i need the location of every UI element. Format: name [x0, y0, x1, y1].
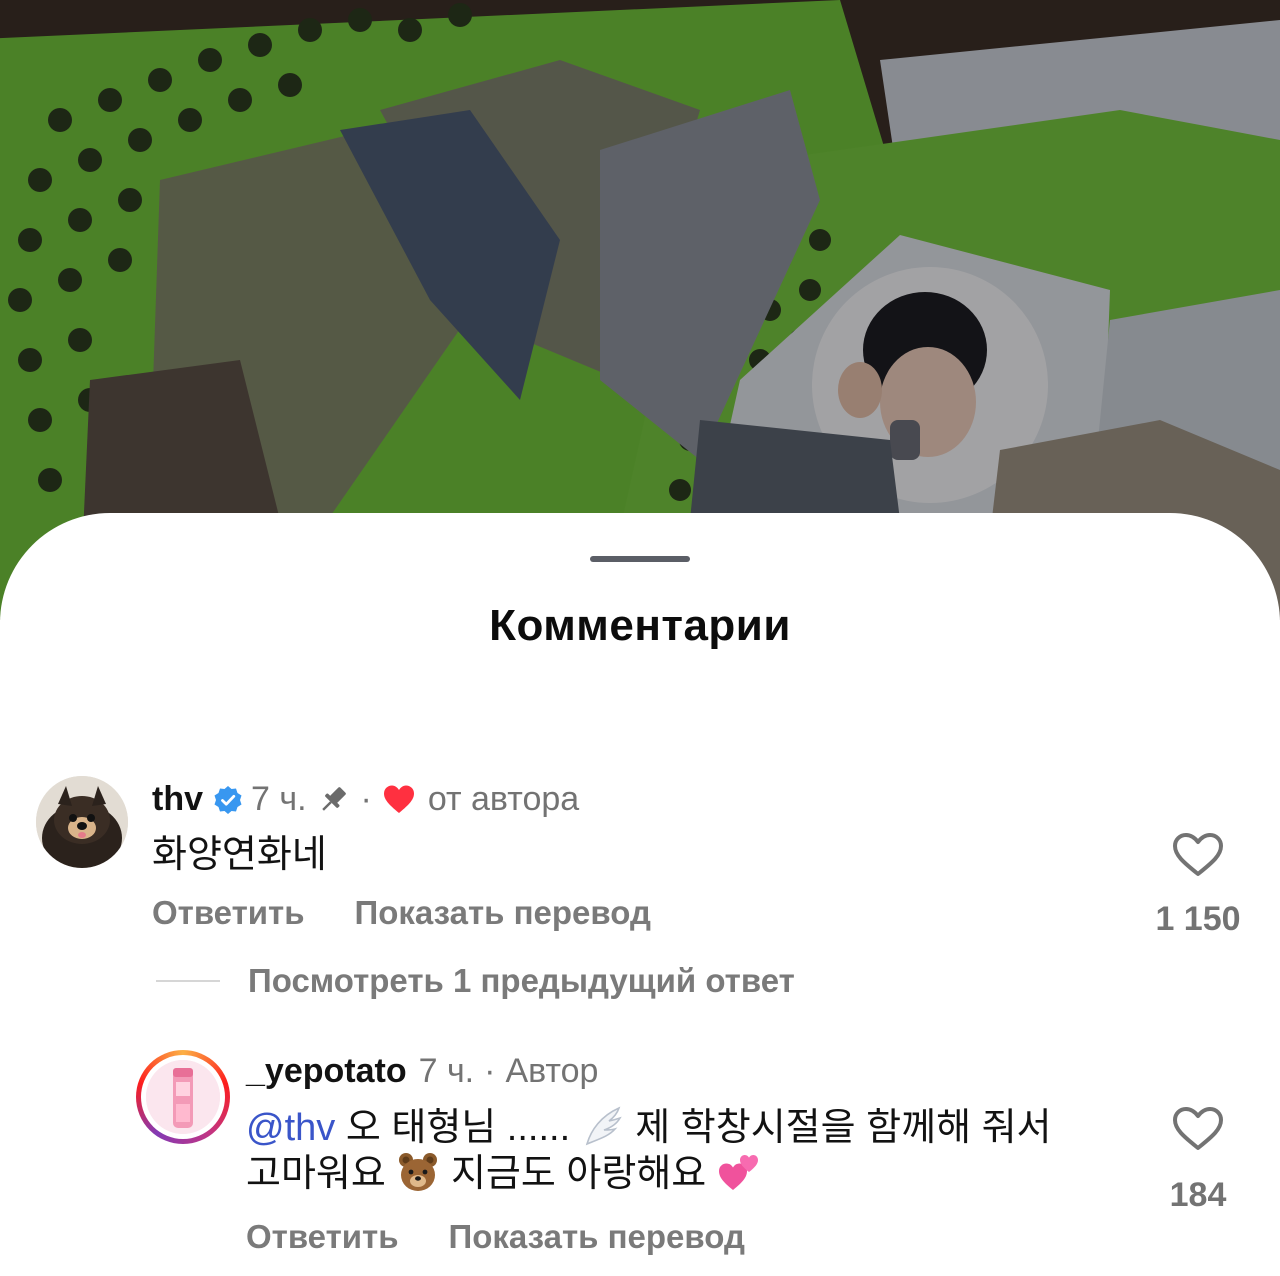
comment-actions: Ответить Показать перевод [246, 1218, 745, 1256]
separator-dot: · [360, 780, 372, 818]
author-label: Автор [505, 1052, 599, 1090]
wing-emoji-icon [581, 1104, 625, 1148]
reply-button[interactable]: Ответить [246, 1218, 399, 1256]
sheet-title: Комментарии [489, 601, 791, 650]
pin-icon [315, 782, 351, 818]
comment-time: 7 ч. [251, 780, 307, 818]
comment-actions: Ответить Показать перевод [152, 894, 651, 932]
red-heart-icon [382, 783, 416, 817]
comment-username[interactable]: _yepotato [246, 1052, 407, 1091]
comment-time: 7 ч. [418, 1052, 475, 1090]
comment-text: @thv 오 태형님 ...... 제 학창시절을 함께해 줘서 [246, 1104, 1052, 1151]
app-root: Комментарии thv 7 ч. · от автора 화양연화네 О… [0, 0, 1280, 1276]
comment-text: 화양연화네 [152, 834, 327, 876]
verified-badge-icon [213, 785, 243, 815]
comment-text-part: 제 학창시절을 함께해 줘서 [635, 1107, 1052, 1149]
comment-text-part: 지금도 아랑해요 [450, 1153, 707, 1195]
reply-button[interactable]: Ответить [152, 894, 305, 932]
comment-text-part: 오 태형님 ...... [345, 1107, 571, 1149]
comment-text-part: 고마워요 [246, 1153, 386, 1195]
comment-username[interactable]: thv [152, 780, 203, 819]
liked-by-author-label: от автора [427, 780, 580, 818]
show-translation-button[interactable]: Показать перевод [355, 894, 651, 932]
comment-text-line2: 고마워요 지금도 아랑해요 [246, 1150, 761, 1197]
avatar-image [146, 1060, 220, 1134]
separator-dot: · [484, 1052, 496, 1090]
show-translation-button[interactable]: Показать перевод [449, 1218, 745, 1256]
mention-link[interactable]: @thv [246, 1107, 335, 1149]
like-count: 1 150 [1155, 900, 1241, 938]
view-previous-replies[interactable]: Посмотреть 1 предыдущий ответ [156, 962, 795, 1000]
like-count: 184 [1169, 1176, 1227, 1214]
divider-line [156, 980, 220, 982]
heart-outline-icon[interactable] [1172, 832, 1224, 878]
view-replies-label: Посмотреть 1 предыдущий ответ [248, 962, 795, 999]
avatar-yepotato[interactable] [136, 1050, 230, 1144]
comment-header-yepotato: _yepotato 7 ч. · Автор [246, 1052, 598, 1091]
bear-emoji-icon [396, 1150, 440, 1194]
avatar-thv[interactable] [36, 776, 128, 868]
comment-header-thv: thv 7 ч. · от автора [152, 780, 579, 819]
sheet-grabber-handle[interactable] [590, 556, 690, 562]
two-hearts-emoji-icon [717, 1150, 761, 1194]
heart-outline-icon[interactable] [1172, 1106, 1224, 1152]
